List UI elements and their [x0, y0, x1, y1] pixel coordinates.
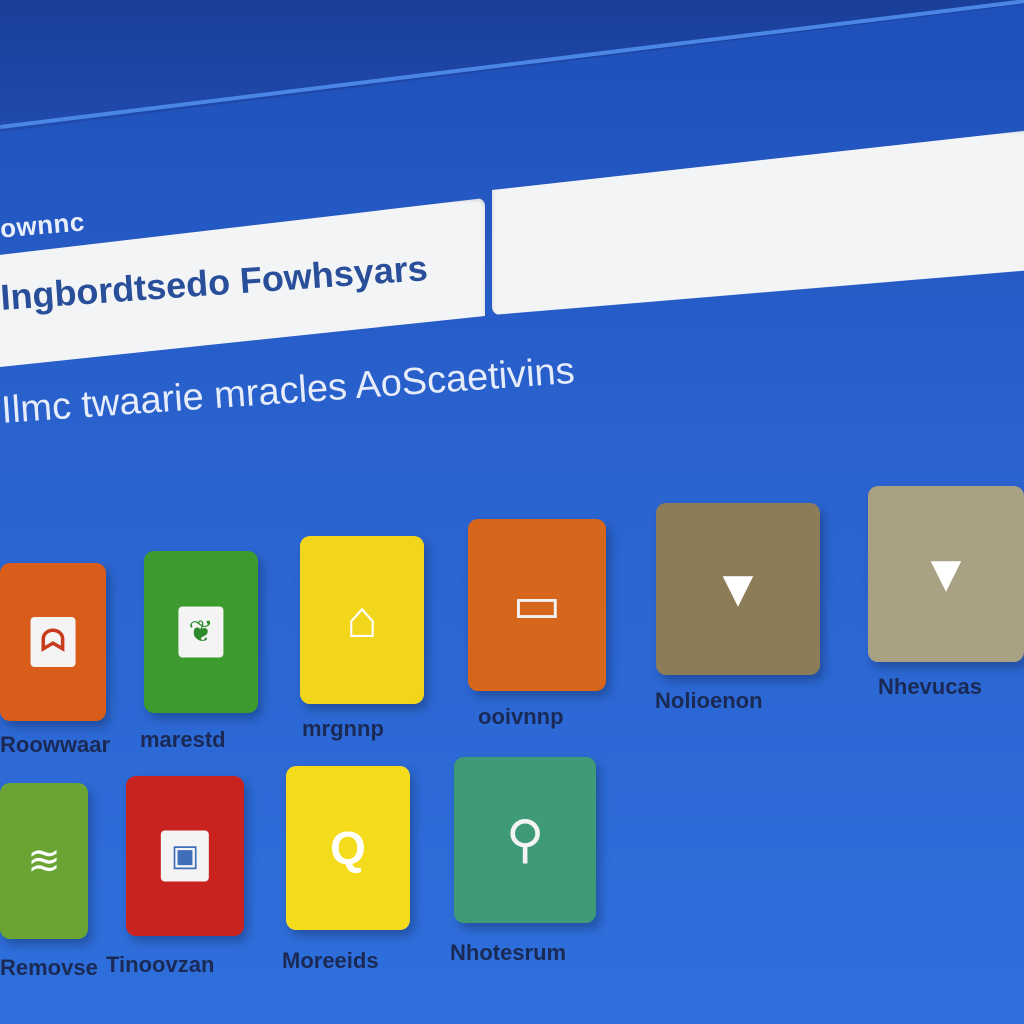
q-label-icon: Q: [330, 822, 366, 874]
tile-8[interactable]: ▣: [126, 776, 244, 936]
tile-label-8: Tinoovzan: [106, 952, 215, 977]
tile-6[interactable]: ▼: [868, 486, 1024, 662]
folder-icon: ▭: [512, 576, 562, 634]
field-label: ownnc: [0, 206, 86, 244]
down-arrow-icon: ▼: [920, 545, 972, 603]
secondary-input-value: [492, 130, 1024, 315]
house-icon: ⌂: [346, 591, 378, 649]
tile-9[interactable]: Q: [286, 766, 410, 930]
tile-label-6: Nhevucas: [878, 674, 982, 699]
tile-label-10: Nhotesrum: [450, 940, 567, 965]
plant-card-icon: ❦: [178, 606, 224, 658]
tile-5[interactable]: ▼: [656, 503, 820, 675]
tile-label-1: Roowwaar: [0, 732, 111, 757]
tile-7[interactable]: ≋: [0, 783, 88, 939]
section-heading: Ilmc twaarie mracles AoScaetivins: [0, 349, 576, 432]
image-card-icon: ᗣ: [30, 617, 76, 667]
tile-1[interactable]: ᗣ: [0, 563, 106, 721]
tile-4[interactable]: ▭: [468, 519, 606, 691]
search-stick-icon: ⚲: [505, 811, 545, 869]
down-triangle-icon: ▼: [712, 560, 764, 618]
tile-label-4: ooivnnp: [478, 704, 564, 729]
search-input-value: Ingbordtsedo Fowhsyars: [0, 247, 429, 318]
chart-card-icon: ≋: [27, 839, 61, 883]
window-card-icon: ▣: [160, 830, 210, 882]
tile-10[interactable]: ⚲: [454, 757, 596, 923]
tile-label-5: Nolioenon: [655, 688, 763, 713]
tile-label-9: Moreeids: [282, 948, 379, 973]
tile-3[interactable]: ⌂: [300, 536, 424, 704]
secondary-input[interactable]: [492, 130, 1024, 315]
tile-label-2: marestd: [140, 727, 226, 752]
tile-2[interactable]: ❦: [144, 551, 258, 713]
tile-label-7: Removse: [0, 955, 98, 980]
tile-label-3: mrgnnp: [302, 716, 384, 741]
